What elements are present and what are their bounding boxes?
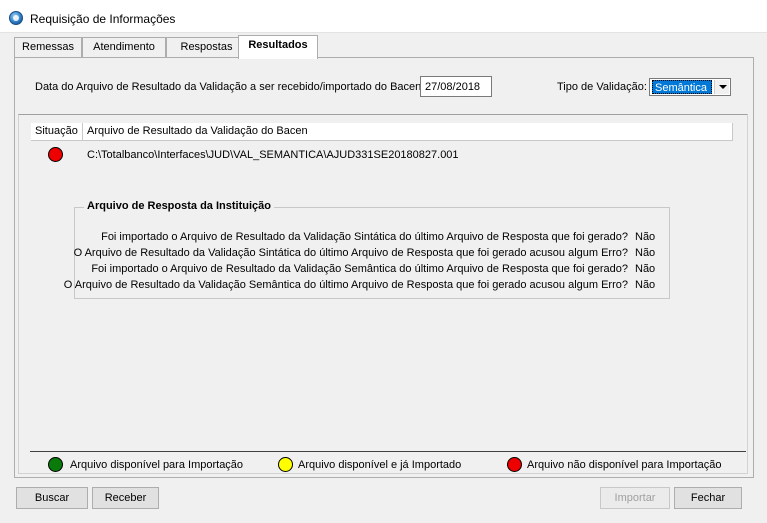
status-yellow-icon <box>278 457 293 472</box>
legend-nao-disponivel: Arquivo não disponível para Importação <box>527 459 722 471</box>
receber-button[interactable]: Receber <box>92 487 159 509</box>
list-item-path[interactable]: C:\Totalbanco\Interfaces\JUD\VAL_SEMANTI… <box>87 149 459 161</box>
importar-button[interactable]: Importar <box>600 487 670 509</box>
status-green-icon <box>48 457 63 472</box>
tipo-validacao-value: Semântica <box>652 80 712 94</box>
legend-divider <box>30 451 746 452</box>
question-3: Foi importado o Arquivo de Resultado da … <box>91 263 628 275</box>
answer-3: Não <box>635 263 656 275</box>
answer-2: Não <box>635 247 656 259</box>
status-red-icon <box>48 147 63 162</box>
legend-disponivel: Arquivo disponível para Importação <box>70 459 244 471</box>
status-red-legend-icon <box>507 457 522 472</box>
tipo-validacao-select[interactable]: Semântica <box>649 78 731 96</box>
chevron-down-icon[interactable] <box>714 80 729 94</box>
fechar-button[interactable]: Fechar <box>674 487 742 509</box>
app-globe-icon <box>9 11 23 25</box>
tab-remessas[interactable]: Remessas <box>14 37 82 58</box>
buscar-button[interactable]: Buscar <box>16 487 88 509</box>
resposta-group-title: Arquivo de Resposta da Instituição <box>84 200 274 212</box>
column-header-situacao[interactable]: Situação <box>31 123 83 141</box>
question-2: O Arquivo de Resultado da Validação Sint… <box>73 247 628 259</box>
window-title: Requisição de Informações <box>30 12 176 26</box>
legend-importado: Arquivo disponível e já Importado <box>298 459 462 471</box>
answer-4: Não <box>635 279 656 291</box>
question-4: O Arquivo de Resultado da Validação Semâ… <box>63 279 628 291</box>
tab-atendimento[interactable]: Atendimento <box>82 37 166 58</box>
question-1: Foi importado o Arquivo de Resultado da … <box>101 231 628 243</box>
column-header-arquivo[interactable]: Arquivo de Resultado da Validação do Bac… <box>83 123 733 141</box>
answer-1: Não <box>635 231 656 243</box>
tab-resultados[interactable]: Resultados <box>238 35 318 59</box>
date-field[interactable] <box>420 76 492 97</box>
title-bar: Requisição de Informações <box>0 0 767 33</box>
date-label: Data do Arquivo de Resultado da Validaçã… <box>35 81 425 93</box>
tab-respostas[interactable]: Respostas <box>166 37 247 58</box>
tipo-validacao-label: Tipo de Validação: <box>557 81 647 93</box>
